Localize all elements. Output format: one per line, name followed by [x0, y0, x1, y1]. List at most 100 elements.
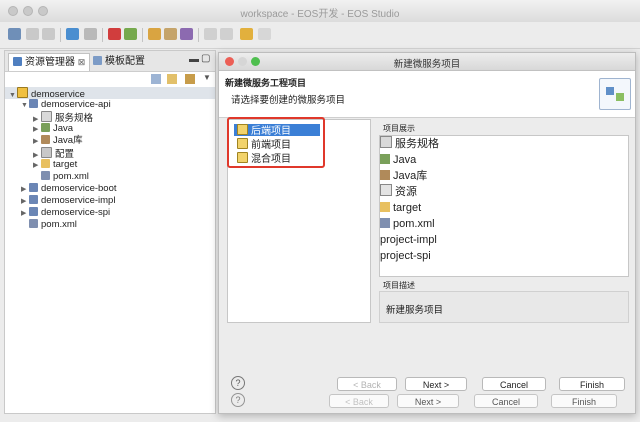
- next-button[interactable]: Next >: [397, 394, 459, 408]
- finish-button[interactable]: Finish: [559, 377, 625, 391]
- preview-item: project-impl: [380, 232, 628, 248]
- project-icon: [29, 183, 38, 192]
- project-preview-list: 服务规格 Java Java库 资源 target pom.xml projec…: [380, 136, 628, 264]
- stop-icon[interactable]: [108, 28, 121, 40]
- cancel-button[interactable]: Cancel: [482, 377, 546, 391]
- explorer-icon: [13, 57, 22, 66]
- preview-item-label: pom.xml: [393, 218, 435, 230]
- preview-item-label: Java: [393, 154, 417, 166]
- tree-item-java[interactable]: ▶ Java: [5, 123, 215, 135]
- preview-item-label: Java库: [393, 170, 428, 182]
- tab-resource-manager[interactable]: 资源管理器 ⊠: [8, 53, 91, 71]
- back-arrow-icon[interactable]: [240, 28, 253, 40]
- new-microservice-dialog: 新建微服务项目 新建微服务工程项目 请选择要创建的微服务项目 后端项目 前端项目…: [218, 52, 636, 414]
- preview-item-label: 资源: [395, 186, 417, 198]
- toolbar-separator: [142, 28, 143, 42]
- open-type-icon[interactable]: [164, 28, 177, 40]
- preview-item: 服务规格: [380, 136, 628, 152]
- tree-item-java-lib[interactable]: ▶ Java库: [5, 135, 215, 147]
- project-folder-icon: [17, 87, 28, 98]
- tree-item-demoservice-impl[interactable]: ▶ demoservice-impl: [5, 195, 215, 207]
- preview-item-label: target: [393, 202, 422, 214]
- xml-file-icon: [41, 171, 50, 180]
- tree-item-label: demoservice-impl: [41, 195, 116, 206]
- next-button[interactable]: Next >: [405, 377, 467, 391]
- tab-label: 模板配置: [105, 56, 145, 67]
- forward-arrow-icon[interactable]: [258, 28, 271, 40]
- tree-item-label: Java: [53, 123, 74, 134]
- tree-item-demoservice[interactable]: ▼ demoservice: [5, 87, 215, 100]
- debug-icon[interactable]: [66, 28, 79, 40]
- back-button[interactable]: < Back: [329, 394, 389, 408]
- open-folder-icon[interactable]: [148, 28, 161, 40]
- annotation-highlight-box: [227, 117, 325, 168]
- config-icon: [41, 147, 52, 158]
- view-menu-icon[interactable]: ▼: [203, 73, 211, 82]
- tree-item-label: pom.xml: [53, 171, 89, 182]
- help-button[interactable]: ?: [231, 376, 245, 390]
- dialog-title-bar: 新建微服务项目: [219, 53, 635, 71]
- run-config-icon[interactable]: [84, 28, 97, 40]
- finish-button[interactable]: Finish: [551, 394, 617, 408]
- save-icon[interactable]: [26, 28, 39, 40]
- tree-item-demoservice-spi[interactable]: ▶ demoservice-spi: [5, 207, 215, 219]
- preview-item: pom.xml: [380, 216, 628, 232]
- project-explorer: 资源管理器 ⊠ 模板配置 ▬ ▢ ▼ ▼ demoservice ▼ demoser…: [4, 50, 216, 414]
- search-tool-icon[interactable]: [180, 28, 193, 40]
- preview-item-label: 服务规格: [395, 138, 439, 150]
- toolbar-separator: [60, 28, 61, 42]
- preview-item: 资源: [380, 184, 628, 200]
- back-button[interactable]: < Back: [337, 377, 397, 391]
- tree-item-config[interactable]: ▶ 配置: [5, 147, 215, 160]
- preview-item: Java: [380, 152, 628, 168]
- resource-icon: [380, 184, 392, 196]
- preview-item: Java库: [380, 168, 628, 184]
- tree-item-service-spec[interactable]: ▶ 服务规格: [5, 111, 215, 124]
- close-tab-icon[interactable]: ⊠: [78, 57, 86, 67]
- dialog-header: 新建微服务工程项目 请选择要创建的微服务项目: [219, 71, 635, 118]
- tree-item-label: Java库: [53, 135, 83, 146]
- window-title-bar: workspace - EOS开发 - EOS Studio: [0, 0, 640, 23]
- save-all-icon[interactable]: [42, 28, 55, 40]
- library-icon: [41, 135, 50, 144]
- tree-item-target[interactable]: ▶ target: [5, 159, 215, 171]
- collapse-all-icon[interactable]: [151, 74, 161, 84]
- project-description-label: 项目描述: [383, 281, 415, 290]
- tree-item-demoservice-api[interactable]: ▼ demoservice-api: [5, 99, 215, 111]
- project-description-text: 新建服务项目: [386, 305, 444, 316]
- link-editor-icon[interactable]: [167, 74, 177, 84]
- tree-item-root-pom-xml[interactable]: pom.xml: [5, 219, 215, 231]
- main-toolbar: [0, 22, 640, 49]
- tab-template-config[interactable]: 模板配置: [89, 53, 149, 70]
- project-icon: [29, 195, 38, 204]
- filter-icon[interactable]: [185, 74, 195, 84]
- library-icon: [380, 170, 390, 180]
- next-annotation-icon[interactable]: [204, 28, 217, 40]
- explorer-tab-bar: 资源管理器 ⊠ 模板配置 ▬ ▢: [5, 51, 215, 72]
- help-button[interactable]: ?: [231, 393, 245, 407]
- tree-item-label: demoservice-boot: [41, 183, 117, 194]
- tree-item-pom-xml[interactable]: pom.xml: [5, 171, 215, 183]
- folder-icon: [380, 202, 390, 212]
- prev-annotation-icon[interactable]: [220, 28, 233, 40]
- run-icon[interactable]: [124, 28, 137, 40]
- project-preview-panel: 服务规格 Java Java库 资源 target pom.xml projec…: [379, 135, 629, 277]
- toolbar-separator: [102, 28, 103, 42]
- preview-item-label: project-spi: [380, 250, 431, 262]
- service-spec-icon: [380, 136, 392, 148]
- tree-item-label: target: [53, 159, 78, 170]
- tree-item-demoservice-boot[interactable]: ▶ demoservice-boot: [5, 183, 215, 195]
- xml-file-icon: [380, 218, 390, 228]
- maximize-view-icon[interactable]: ▢: [201, 53, 210, 64]
- dialog-title: 新建微服务项目: [393, 59, 461, 70]
- java-package-icon: [41, 123, 50, 132]
- toolbar-separator: [198, 28, 199, 42]
- preview-item-label: project-impl: [380, 234, 437, 246]
- new-file-icon[interactable]: [8, 28, 21, 40]
- tree-item-label: demoservice-spi: [41, 207, 111, 218]
- project-tree: ▼ demoservice ▼ demoservice-api ▶ 服务规格 ▶ Jav…: [5, 87, 215, 231]
- minimize-view-icon[interactable]: ▬: [189, 54, 199, 65]
- preview-item: target: [380, 200, 628, 216]
- tree-item-label: pom.xml: [41, 219, 77, 230]
- cancel-button[interactable]: Cancel: [474, 394, 538, 408]
